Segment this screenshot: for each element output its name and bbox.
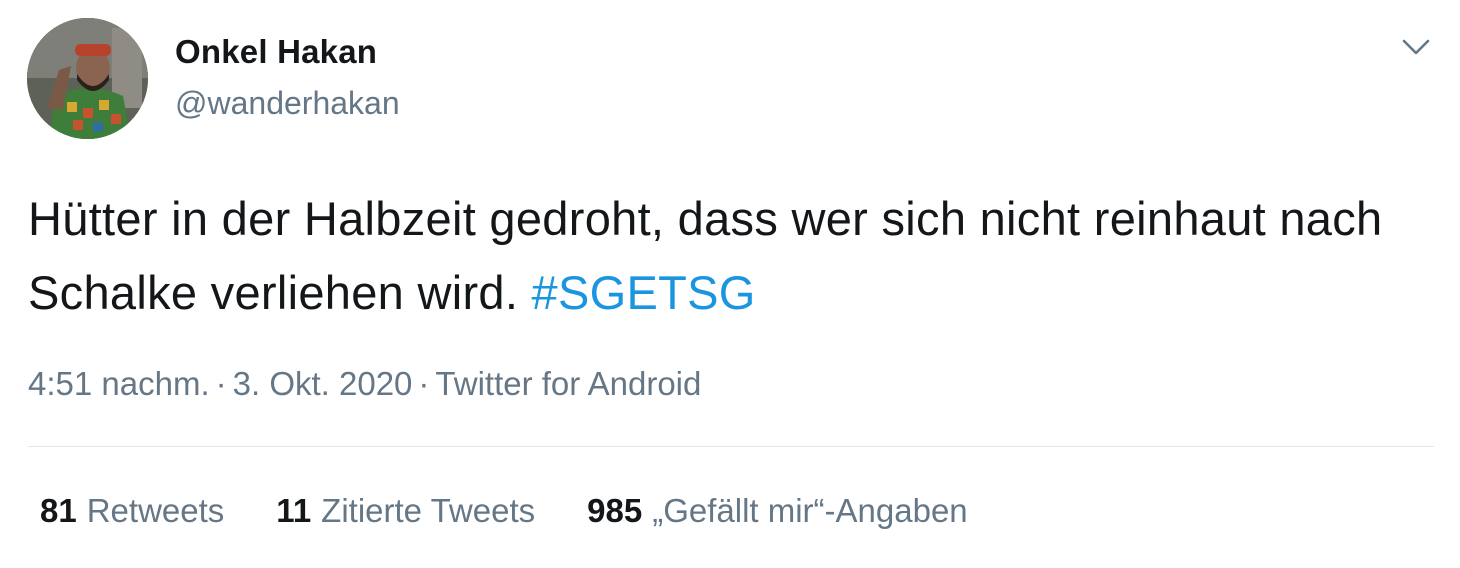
likes-label: „Gefällt mir“-Angaben: [652, 492, 968, 529]
divider: [28, 446, 1434, 447]
tweet-date[interactable]: 3. Okt. 2020: [233, 365, 413, 402]
likes-stat[interactable]: 985 „Gefällt mir“-Angaben: [587, 492, 968, 530]
hashtag-link[interactable]: #SGETSG: [532, 266, 756, 319]
tweet-time[interactable]: 4:51 nachm.: [28, 365, 210, 402]
tweet-metadata: 4:51 nachm. · 3. Okt. 2020 · Twitter for And…: [28, 365, 701, 403]
meta-separator: ·: [418, 365, 430, 402]
likes-count: 985: [587, 492, 643, 529]
quote-tweets-label: Zitierte Tweets: [321, 492, 536, 529]
retweets-stat[interactable]: 81 Retweets: [40, 492, 224, 530]
retweets-count: 81: [40, 492, 77, 529]
quote-tweets-count: 11: [276, 492, 312, 529]
quote-tweets-stat[interactable]: 11 Zitierte Tweets: [276, 492, 535, 530]
tweet-source[interactable]: Twitter for Android: [435, 365, 701, 402]
avatar-image: [27, 18, 148, 139]
meta-separator: ·: [215, 365, 227, 402]
chevron-down-icon: [1402, 39, 1430, 55]
user-handle[interactable]: @wanderhakan: [175, 85, 400, 122]
tweet-card: Onkel Hakan @wanderhakan Hütter in der H…: [0, 0, 1460, 568]
tweet-stats: 81 Retweets 11 Zitierte Tweets 985 „Gefällt…: [40, 492, 968, 530]
avatar[interactable]: [27, 18, 148, 139]
more-options-button[interactable]: [1396, 32, 1436, 62]
display-name[interactable]: Onkel Hakan: [175, 33, 377, 71]
tweet-text: Hütter in der Halbzeit gedroht, dass wer…: [28, 182, 1408, 330]
retweets-label: Retweets: [86, 492, 225, 529]
